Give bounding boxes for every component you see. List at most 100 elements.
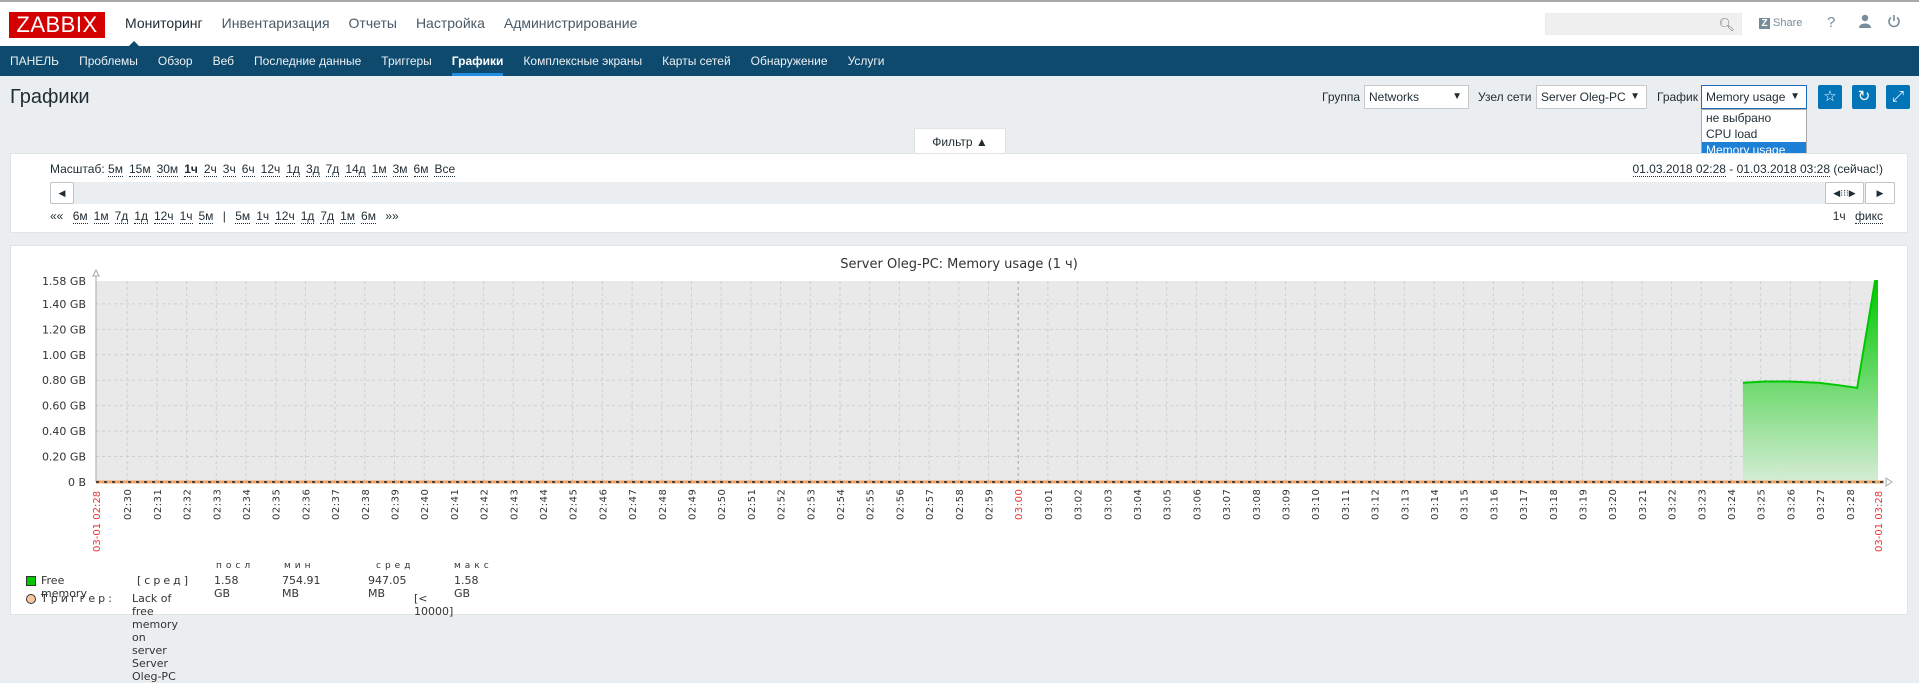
graph-dropdown-list: не выбрано CPU load Memory usage (1701, 109, 1807, 159)
zoom-option-9[interactable]: 3д (306, 162, 320, 177)
main-menu-inventory[interactable]: Инвентаризация (222, 15, 330, 31)
sub-menu-latest-data[interactable]: Последние данные (254, 46, 361, 76)
step-forward-link-5[interactable]: 1м (340, 209, 355, 224)
scroll-handle[interactable]: ◀⁝⁝⁝▶ (1825, 182, 1864, 204)
legend-trigger-condition: [< 10000] (414, 592, 453, 618)
zoom-option-10[interactable]: 7д (326, 162, 340, 177)
zoom-option-12[interactable]: 1м (372, 162, 387, 177)
scroll-left-button[interactable]: ◀ (50, 182, 74, 204)
timeline-scrollbar[interactable]: ◀ ◀⁝⁝⁝▶ ▶ (50, 182, 1895, 204)
sub-menu-discovery[interactable]: Обнаружение (751, 46, 828, 76)
period-to-link[interactable]: 01.03.2018 03:28 (1737, 162, 1830, 177)
legend-header-avg: сред (376, 561, 414, 571)
sub-menu-web[interactable]: Веб (213, 46, 234, 76)
refresh-icon: ↻ (1858, 88, 1871, 105)
zoom-option-8[interactable]: 1д (286, 162, 300, 177)
zoom-option-6[interactable]: 6ч (242, 162, 255, 177)
filter-toggle-tab[interactable]: Фильтр ▲ (914, 128, 1006, 154)
step-back-link-2[interactable]: 7д (115, 209, 129, 224)
zabbix-logo[interactable]: ZABBIX (9, 12, 105, 38)
main-menu-administration[interactable]: Администрирование (504, 15, 638, 31)
step-row: «« 6м1м7д1д12ч1ч5м | 5м1ч12ч1д7д1м6м »» (50, 209, 399, 223)
zoom-option-3[interactable]: 1ч (184, 162, 198, 177)
triangle-left-icon: ◀ (59, 188, 66, 198)
step-forward-link-2[interactable]: 12ч (275, 209, 295, 224)
drag-handle-icon: ◀⁝⁝⁝▶ (1833, 188, 1855, 198)
graph-option-none[interactable]: не выбрано (1702, 110, 1806, 126)
share-label: Share (1773, 17, 1802, 29)
chevron-down-icon: ▼ (1630, 86, 1640, 108)
zoom-option-0[interactable]: 5м (108, 162, 123, 177)
zoom-option-2[interactable]: 30м (157, 162, 179, 177)
legend-trigger-text: Lack of free memory on server Server Ole… (132, 592, 178, 683)
series-color-swatch (26, 576, 36, 586)
period-from-link[interactable]: 01.03.2018 02:28 (1633, 162, 1726, 177)
legend-series-func: [сред] (137, 574, 191, 587)
favorite-button[interactable]: ☆ (1818, 85, 1842, 109)
graph-select[interactable]: Memory usage ▼ (1701, 85, 1807, 109)
sub-menu: ПАНЕЛЬ Проблемы Обзор Веб Последние данн… (0, 46, 1919, 76)
search-input[interactable]: 🔍︎ (1545, 13, 1742, 35)
legend-avg-value: 947.05 MB (368, 574, 407, 600)
sub-menu-screens[interactable]: Комплексные экраны (523, 46, 642, 76)
share-link[interactable]: Z Share (1759, 17, 1802, 29)
sub-menu-dashboard[interactable]: ПАНЕЛЬ (10, 46, 59, 76)
legend-min-value: 754.91 MB (282, 574, 321, 600)
graph-option-cpu-load[interactable]: CPU load (1702, 126, 1806, 142)
zoom-option-1[interactable]: 15м (129, 162, 151, 177)
zoom-option-4[interactable]: 2ч (204, 162, 217, 177)
host-label: Узел сети (1478, 90, 1531, 104)
sub-menu-triggers[interactable]: Триггеры (381, 46, 432, 76)
zoom-option-13[interactable]: 3м (393, 162, 408, 177)
host-select[interactable]: Server Oleg-PC ▼ (1536, 85, 1647, 109)
sub-menu-overview[interactable]: Обзор (158, 46, 193, 76)
zoom-option-7[interactable]: 12ч (261, 162, 281, 177)
main-menu-configuration[interactable]: Настройка (416, 15, 485, 31)
help-icon[interactable]: ? (1827, 14, 1835, 31)
star-icon: ☆ (1823, 88, 1836, 105)
sub-menu-services[interactable]: Услуги (848, 46, 885, 76)
fix-link[interactable]: фикс (1855, 209, 1883, 224)
legend-trigger-prefix: Триггер: (41, 592, 115, 605)
zoom-option-14[interactable]: 6м (414, 162, 429, 177)
step-forward-link-0[interactable]: 5м (235, 209, 250, 224)
period-display: 01.03.2018 02:28 - 01.03.2018 03:28 (сей… (1633, 162, 1884, 176)
zoom-option-5[interactable]: 3ч (223, 162, 236, 177)
sub-menu-maps[interactable]: Карты сетей (662, 46, 731, 76)
zoom-option-11[interactable]: 14д (345, 162, 365, 177)
zoom-row: Масштаб: 5м 15м 30м 1ч 2ч 3ч 6ч 12ч 1д 3д 7д 14д 1м 3… (50, 162, 461, 176)
graph-select-value: Memory usage (1706, 90, 1785, 104)
main-menu-monitoring[interactable]: Мониторинг (125, 15, 203, 31)
group-select[interactable]: Networks ▼ (1364, 85, 1469, 109)
step-forward-link-3[interactable]: 1д (301, 209, 315, 224)
zoom-option-15[interactable]: Все (434, 162, 455, 177)
user-icon[interactable] (1858, 14, 1872, 32)
step-forward-link-4[interactable]: 7д (320, 209, 334, 224)
step-back-arrow: «« (50, 209, 63, 223)
step-back-link-0[interactable]: 6м (73, 209, 88, 224)
refresh-button[interactable]: ↻ (1852, 85, 1876, 109)
step-back-link-5[interactable]: 1ч (180, 209, 193, 224)
sub-menu-graphs[interactable]: Графики (452, 46, 504, 76)
step-back-link-6[interactable]: 5м (199, 209, 214, 224)
search-icon[interactable]: 🔍︎ (1718, 17, 1735, 33)
graph-label: График (1657, 90, 1698, 104)
logout-icon[interactable] (1887, 14, 1901, 32)
legend-max-value: 1.58 GB (454, 574, 479, 600)
step-back-link-3[interactable]: 1д (134, 209, 148, 224)
zoom-label: Масштаб: (50, 162, 105, 176)
fullscreen-button[interactable]: ⤢ (1886, 85, 1910, 109)
sub-menu-problems[interactable]: Проблемы (79, 46, 138, 76)
step-back-link-4[interactable]: 12ч (154, 209, 174, 224)
legend-header-min: мин (284, 561, 315, 571)
main-menu-reports[interactable]: Отчеты (349, 15, 397, 31)
step-back-link-1[interactable]: 1м (94, 209, 109, 224)
timeline-panel: Масштаб: 5м 15м 30м 1ч 2ч 3ч 6ч 12ч 1д 3д 7д 14д 1м 3… (10, 153, 1908, 233)
main-menu: Мониторинг Инвентаризация Отчеты Настрой… (125, 15, 656, 31)
step-forward-link-6[interactable]: 6м (361, 209, 376, 224)
fullscreen-icon: ⤢ (1892, 88, 1904, 105)
scroll-right-button[interactable]: ▶ (1865, 182, 1895, 204)
step-forward-link-1[interactable]: 1ч (256, 209, 269, 224)
legend-last-value: 1.58 GB (214, 574, 239, 600)
period-separator: - (1726, 162, 1737, 176)
